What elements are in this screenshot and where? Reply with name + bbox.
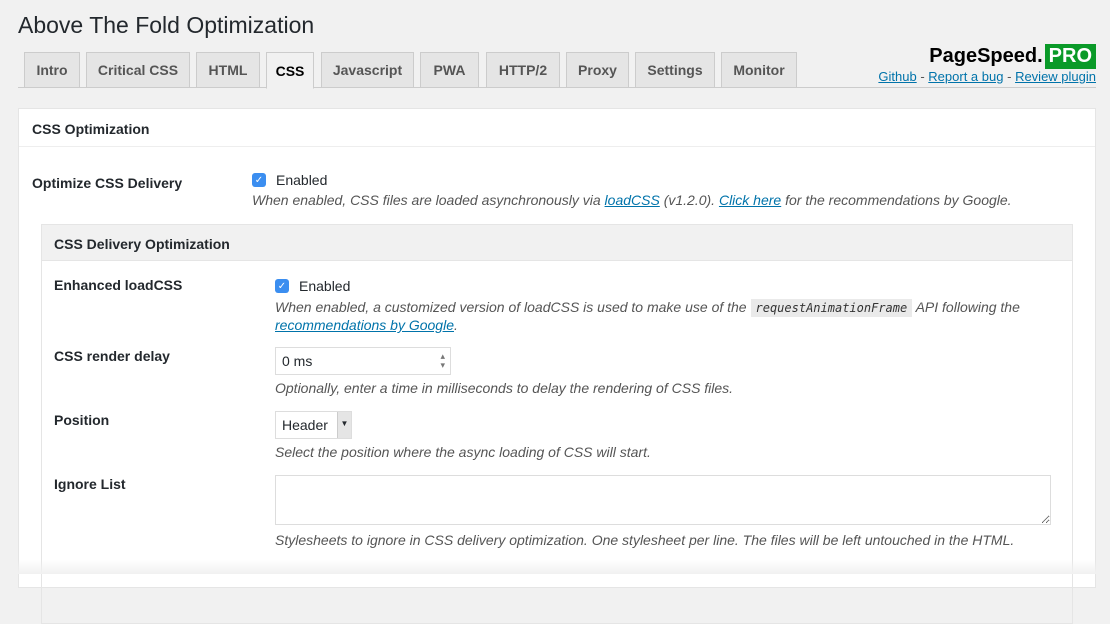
page-title: Above The Fold Optimization (18, 12, 315, 38)
position-select[interactable]: Header ▼ (275, 411, 352, 439)
checkmark-icon: ✓ (275, 279, 289, 293)
ignore-list-textarea[interactable] (275, 475, 1051, 525)
ignore-list-label: Ignore List (54, 476, 126, 492)
report-bug-link[interactable]: Report a bug (928, 69, 1003, 84)
tab-intro[interactable]: Intro (24, 52, 80, 88)
enhanced-loadcss-label: Enhanced loadCSS (54, 277, 183, 293)
tab-javascript[interactable]: Javascript (321, 52, 414, 88)
select-value: Header (282, 417, 328, 433)
position-description: Select the position where the async load… (275, 444, 651, 460)
tab-css[interactable]: CSS (266, 52, 314, 89)
pro-badge: PRO (1044, 44, 1096, 69)
enhanced-loadcss-checkbox[interactable]: ✓ Enabled (275, 278, 350, 294)
optimize-css-delivery-checkbox[interactable]: ✓ Enabled (252, 172, 327, 188)
inner-panel-title: CSS Delivery Optimization (42, 225, 1072, 261)
loadcss-link[interactable]: loadCSS (605, 192, 660, 208)
checkmark-icon: ✓ (252, 173, 266, 187)
code-snippet: requestAnimationFrame (750, 299, 913, 317)
desc-text: for the recommendations by Google. (781, 192, 1012, 208)
optimize-css-description: When enabled, CSS files are loaded async… (252, 192, 1072, 209)
pagespeed-pro-logo: PageSpeed. PRO (929, 44, 1096, 69)
panel-title: CSS Optimization (19, 109, 1095, 147)
desc-text: When enabled, CSS files are loaded async… (252, 192, 605, 208)
brand-name: PageSpeed. (929, 45, 1043, 67)
tab-proxy[interactable]: Proxy (566, 52, 629, 88)
separator: - (1007, 69, 1012, 84)
ignore-list-description: Stylesheets to ignore in CSS delivery op… (275, 532, 1015, 548)
desc-text: API following the (912, 299, 1020, 315)
input-value: 0 ms (282, 353, 313, 369)
tab-html[interactable]: HTML (196, 52, 260, 88)
github-link[interactable]: Github (878, 69, 916, 84)
tab-monitor[interactable]: Monitor (721, 52, 797, 88)
css-render-delay-input[interactable]: 0 ms ▴ ▾ (275, 347, 451, 375)
tab-settings[interactable]: Settings (635, 52, 715, 88)
position-label: Position (54, 412, 110, 428)
desc-text: . (454, 317, 458, 333)
stepper-icon[interactable]: ▴ ▾ (440, 352, 445, 370)
recommendations-link[interactable]: recommendations by Google (275, 317, 454, 333)
tab-pwa[interactable]: PWA (420, 52, 479, 88)
bottom-fade (0, 560, 1110, 574)
css-optimization-panel: CSS Optimization Optimize CSS Delivery ✓… (18, 108, 1096, 624)
tab-http2[interactable]: HTTP/2 (486, 52, 560, 88)
desc-text: When enabled, a customized version of lo… (275, 299, 751, 315)
enhanced-loadcss-description: When enabled, a customized version of lo… (275, 299, 1055, 334)
desc-text: (v1.2.0). (659, 192, 719, 208)
optimize-css-delivery-label: Optimize CSS Delivery (32, 175, 183, 191)
checkbox-label: Enabled (299, 278, 351, 294)
chevron-down-icon: ▼ (337, 412, 351, 438)
click-here-link[interactable]: Click here (719, 192, 781, 208)
separator: - (920, 69, 925, 84)
css-render-delay-description: Optionally, enter a time in milliseconds… (275, 380, 734, 396)
css-render-delay-label: CSS render delay (54, 348, 170, 364)
tab-critical-css[interactable]: Critical CSS (86, 52, 190, 88)
checkbox-label: Enabled (276, 172, 328, 188)
review-plugin-link[interactable]: Review plugin (1015, 69, 1096, 84)
plugin-links: Github - Report a bug - Review plugin (878, 69, 1096, 84)
